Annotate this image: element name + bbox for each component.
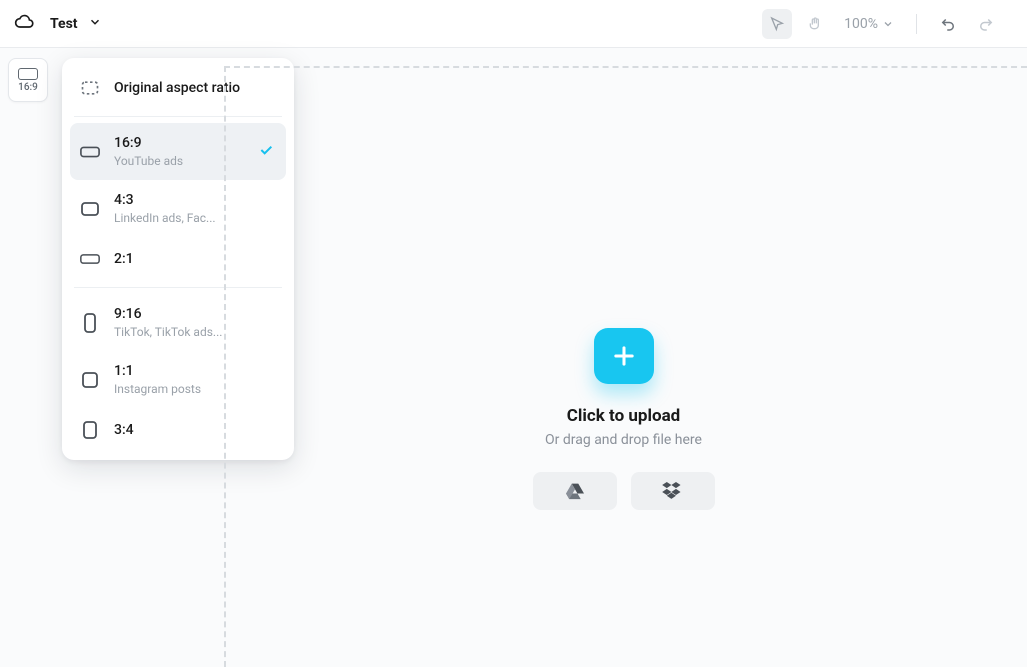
ratio-9-16-icon: [80, 313, 100, 333]
ratio-sub: YouTube ads: [114, 154, 183, 168]
zoom-dropdown[interactable]: 100%: [844, 16, 894, 32]
ratio-sub: Instagram posts: [114, 382, 201, 396]
ratio-label: 9:16: [114, 306, 222, 322]
original-ratio-icon: [80, 78, 100, 98]
google-drive-icon: [565, 482, 585, 500]
upload-zone: Click to upload Or drag and drop file he…: [533, 328, 715, 510]
top-bar: Test 100%: [0, 0, 1027, 48]
ratio-label: 16:9: [114, 135, 183, 151]
cloud-buttons: [533, 472, 715, 510]
dropbox-icon: [662, 482, 684, 500]
dropbox-button[interactable]: [631, 472, 715, 510]
aspect-rect-icon: [18, 68, 38, 80]
upload-subtitle: Or drag and drop file here: [545, 432, 702, 448]
ratio-label: 4:3: [114, 192, 216, 208]
cursor-tool-button[interactable]: [762, 9, 792, 39]
ratio-label: 3:4: [114, 422, 134, 438]
ratio-2-1-icon: [80, 249, 100, 269]
workspace: 16:9 Original aspect ratio 16:9: [0, 48, 1027, 667]
topbar-left: Test: [14, 12, 102, 36]
hand-tool-button[interactable]: [800, 9, 830, 39]
redo-button[interactable]: [971, 9, 1001, 39]
ratio-sub: LinkedIn ads, Fac...: [114, 211, 216, 225]
aspect-ratio-button[interactable]: 16:9: [8, 58, 48, 102]
upload-button[interactable]: [594, 328, 654, 384]
cloud-icon: [14, 12, 34, 36]
zoom-value: 100%: [844, 16, 878, 32]
undo-button[interactable]: [933, 9, 963, 39]
ratio-16-9-icon: [80, 142, 100, 162]
ratio-label: 2:1: [114, 251, 134, 267]
aspect-badge-label: 16:9: [18, 82, 38, 93]
upload-title: Click to upload: [567, 406, 680, 426]
ratio-3-4-icon: [80, 420, 100, 440]
ratio-4-3-icon: [80, 199, 100, 219]
ratio-sub: TikTok, TikTok ads...: [114, 325, 222, 339]
ratio-label: Original aspect ratio: [114, 80, 240, 96]
ratio-label: 1:1: [114, 363, 201, 379]
topbar-tools: 100%: [762, 9, 1013, 39]
divider: [916, 14, 917, 34]
ratio-1-1-icon: [80, 370, 100, 390]
chevron-down-icon[interactable]: [88, 14, 102, 33]
google-drive-button[interactable]: [533, 472, 617, 510]
project-name[interactable]: Test: [50, 16, 78, 32]
